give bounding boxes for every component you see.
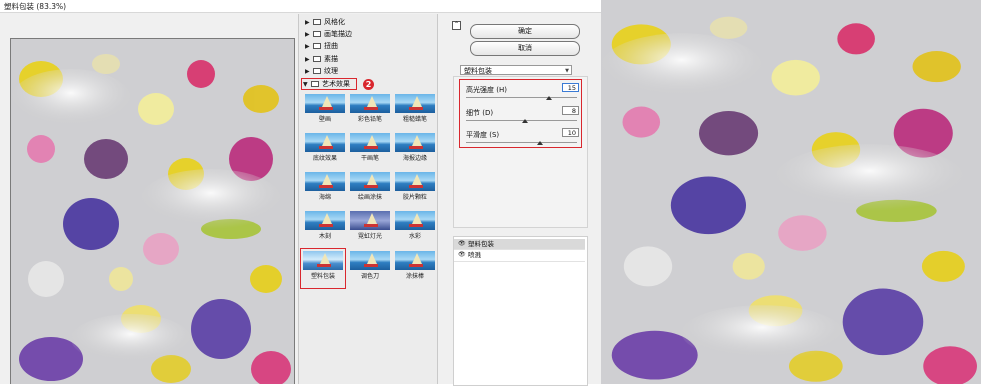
collapse-gallery-icon[interactable]: ⌃ bbox=[452, 21, 461, 30]
thumbnail-image bbox=[395, 133, 435, 152]
ok-button[interactable]: 确定 bbox=[470, 24, 580, 39]
folder-icon bbox=[313, 43, 321, 49]
highlight-box-selected-filter bbox=[300, 248, 346, 289]
folder-brush-strokes[interactable]: ▶ 画笔描边 bbox=[305, 29, 352, 39]
folder-icon bbox=[313, 56, 321, 62]
expand-arrow-icon[interactable]: ▶ bbox=[305, 43, 313, 50]
folder-icon bbox=[313, 19, 321, 25]
filter-thumb-cutout[interactable]: 木刻 bbox=[305, 211, 345, 240]
filter-thumb-palette-knife[interactable]: 调色刀 bbox=[350, 251, 390, 280]
filter-select-value: 塑料包装 bbox=[464, 67, 492, 75]
thumbnail-image bbox=[350, 172, 390, 191]
thumbnail-image bbox=[395, 211, 435, 230]
filter-thumb-underpainting[interactable]: 底纹效果 bbox=[305, 133, 345, 162]
folder-stylize[interactable]: ▶ 风格化 bbox=[305, 17, 345, 27]
filter-thumb-film-grain[interactable]: 胶片颗粒 bbox=[395, 172, 435, 201]
filter-thumb-fresco[interactable]: 壁画 bbox=[305, 94, 345, 123]
thumbnail-image bbox=[395, 172, 435, 191]
thumbnail-image bbox=[305, 94, 345, 113]
filter-thumb-sponge[interactable]: 海绵 bbox=[305, 172, 345, 201]
folder-texture[interactable]: ▶ 纹理 bbox=[305, 66, 338, 76]
filter-thumb-poster-edges[interactable]: 海报边缘 bbox=[395, 133, 435, 162]
expand-arrow-icon[interactable]: ▶ bbox=[305, 68, 313, 75]
effect-layer-item[interactable]: 👁 塑料包装 bbox=[454, 239, 585, 249]
folder-icon bbox=[313, 68, 321, 74]
window-titlebar: 塑料包装 (83.3%) bbox=[0, 0, 601, 13]
thumbnail-image bbox=[395, 94, 435, 113]
cancel-button[interactable]: 取消 bbox=[470, 41, 580, 56]
result-image-artwork bbox=[601, 0, 981, 384]
expand-arrow-icon[interactable]: ▶ bbox=[305, 19, 313, 26]
thumbnail-image bbox=[395, 251, 435, 270]
expand-arrow-icon[interactable]: ▶ bbox=[305, 31, 313, 38]
folder-icon bbox=[313, 31, 321, 37]
thumbnail-image bbox=[305, 133, 345, 152]
thumbnail-image bbox=[350, 251, 390, 270]
filter-select[interactable]: 塑料包装 ▼ bbox=[460, 65, 572, 75]
thumbnail-image bbox=[350, 211, 390, 230]
effect-layer-item[interactable]: 👁 喷溅 bbox=[454, 250, 585, 260]
filter-thumb-neon-glow[interactable]: 霓虹灯光 bbox=[350, 211, 390, 240]
eye-icon[interactable]: 👁 bbox=[458, 239, 466, 249]
filter-thumb-rough-pastels[interactable]: 粗糙蜡笔 bbox=[395, 94, 435, 123]
thumbnail-image bbox=[350, 133, 390, 152]
result-image bbox=[601, 0, 981, 384]
folder-distort[interactable]: ▶ 扭曲 bbox=[305, 41, 338, 51]
thumbnail-image bbox=[305, 172, 345, 191]
filter-thumb-watercolor[interactable]: 水彩 bbox=[395, 211, 435, 240]
divider bbox=[454, 261, 585, 262]
expand-arrow-icon[interactable]: ▶ bbox=[305, 56, 313, 63]
highlight-box-params bbox=[459, 79, 582, 148]
filter-thumb-colored-pencil[interactable]: 彩色铅笔 bbox=[350, 94, 390, 123]
step-badge: 2 bbox=[363, 79, 374, 90]
preview-canvas[interactable] bbox=[10, 38, 295, 384]
eye-icon[interactable]: 👁 bbox=[458, 250, 466, 260]
thumbnail-image bbox=[350, 94, 390, 113]
preview-image bbox=[11, 39, 294, 384]
window-title: 塑料包装 (83.3%) bbox=[4, 2, 67, 11]
filter-thumb-dry-brush[interactable]: 干画笔 bbox=[350, 133, 390, 162]
thumbnail-image bbox=[305, 211, 345, 230]
filter-thumb-smudge-stick[interactable]: 涂抹棒 bbox=[395, 251, 435, 280]
filter-thumb-paint-daubs[interactable]: 绘画涂抹 bbox=[350, 172, 390, 201]
folder-sketch[interactable]: ▶ 素描 bbox=[305, 54, 338, 64]
chevron-down-icon: ▼ bbox=[565, 68, 569, 74]
highlight-box-artistic bbox=[301, 78, 357, 90]
